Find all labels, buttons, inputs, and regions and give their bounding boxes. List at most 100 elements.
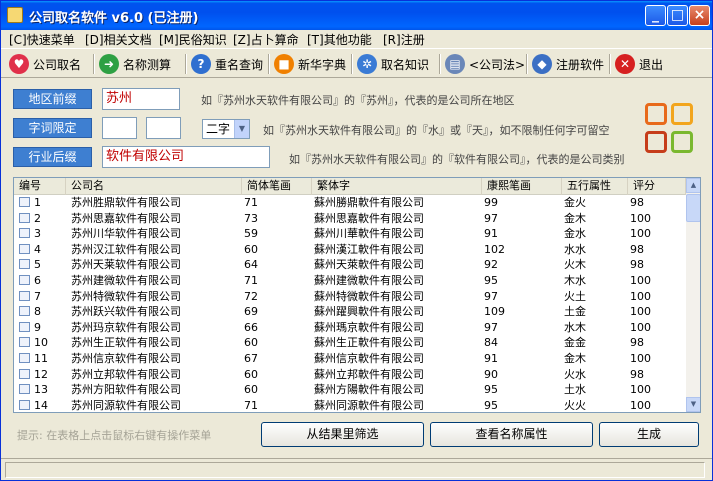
chevron-down-icon[interactable]: ▼ (234, 120, 249, 138)
toolbar-button-5[interactable]: ▤ <公司法> (445, 52, 525, 76)
menu-docs[interactable]: [D]相关文档 (85, 31, 152, 48)
menu-other[interactable]: [T]其他功能 (307, 31, 372, 48)
filter-results-button[interactable]: 从结果里筛选 (261, 422, 424, 447)
cell-text: 98 (630, 242, 644, 256)
cell-text: 8 (34, 305, 41, 319)
region-prefix-button[interactable]: 地区前缀 (13, 89, 92, 109)
table-row[interactable]: 2 苏州思嘉软件有限公司 73 蘇州思嘉軟件有限公司 97 金木 100 (14, 211, 686, 227)
row-icon (19, 399, 30, 410)
table-cell: 90 (484, 367, 560, 382)
toolbar-button-6[interactable]: ◆ 注册软件 (532, 52, 604, 76)
generate-button[interactable]: 生成 (599, 422, 699, 447)
region-input[interactable]: 苏州 (102, 88, 180, 110)
table-cell: 火水 (564, 367, 626, 382)
table-cell: 苏州信京软件有限公司 (71, 351, 242, 366)
table-cell: 苏州玛京软件有限公司 (71, 320, 242, 335)
toolbar-button-1[interactable]: ➜ 名称测算 (99, 52, 171, 76)
col-traditional[interactable]: 繁体字 (312, 178, 482, 195)
table-cell: 蘇州立邦軟件有限公司 (314, 367, 480, 382)
table-row[interactable]: 1 苏州胜鼎软件有限公司 71 蘇州勝鼎軟件有限公司 99 金火 98 (14, 195, 686, 211)
table-cell: 蘇州躍興軟件有限公司 (314, 304, 480, 319)
table-cell: 4 (19, 242, 66, 257)
col-five-elements[interactable]: 五行属性 (562, 178, 628, 195)
title-bar[interactable]: 公司取名软件 v6.0 (已注册) _ □ × (1, 1, 712, 30)
table-row[interactable]: 6 苏州建微软件有限公司 71 蘇州建微軟件有限公司 95 木水 100 (14, 273, 686, 289)
table-row[interactable]: 5 苏州天莱软件有限公司 64 蘇州天萊軟件有限公司 92 火木 98 (14, 257, 686, 273)
table-cell: 金水 (564, 226, 626, 241)
cell-text: 木水 (564, 274, 586, 287)
char-limit-button[interactable]: 字词限定 (13, 118, 92, 138)
table-row[interactable]: 9 苏州玛京软件有限公司 66 蘇州瑪京軟件有限公司 97 水木 100 (14, 320, 686, 336)
table-row[interactable]: 7 苏州特微软件有限公司 72 蘇州特微軟件有限公司 97 火土 100 (14, 289, 686, 305)
toolbar-button-4[interactable]: ✲ 取名知识 (357, 52, 429, 76)
table-cell: 60 (244, 242, 310, 257)
close-button[interactable]: × (689, 5, 710, 26)
toolbar-label: 新华字典 (298, 57, 347, 72)
view-name-attributes-button[interactable]: 查看名称属性 (430, 422, 593, 447)
menu-register[interactable]: [R]注册 (383, 31, 425, 48)
table-cell: 60 (244, 335, 310, 350)
menu-divination[interactable]: [Z]占卜算命 (233, 31, 299, 48)
menu-quick[interactable]: [C]快速菜单 (9, 31, 75, 48)
table-cell: 苏州生正软件有限公司 (71, 335, 242, 350)
col-number[interactable]: 编号 (14, 178, 66, 195)
char-count-select[interactable]: 二字 ▼ (202, 119, 250, 139)
cell-text: 92 (484, 258, 498, 272)
cell-text: 91 (484, 352, 498, 365)
cell-text: 苏州胜鼎软件有限公司 (71, 196, 181, 209)
col-kangxi-strokes[interactable]: 康熙笔画 (482, 178, 562, 195)
table-row[interactable]: 3 苏州川华软件有限公司 59 蘇州川華軟件有限公司 91 金水 100 (14, 226, 686, 242)
cell-text: 72 (244, 289, 258, 303)
table-cell: 水水 (564, 242, 626, 257)
table-row[interactable]: 12 苏州立邦软件有限公司 60 蘇州立邦軟件有限公司 90 火水 98 (14, 367, 686, 383)
col-score[interactable]: 评分 (628, 178, 686, 195)
table-row[interactable]: 14 苏州同源软件有限公司 71 蘇州同源軟件有限公司 95 火火 100 (14, 398, 686, 412)
col-simplified-strokes[interactable]: 简体笔画 (242, 178, 312, 195)
table-header: 编号 公司名 简体笔画 繁体字 康熙笔画 五行属性 评分 (14, 178, 686, 195)
scroll-up-icon[interactable]: ▲ (686, 178, 700, 193)
table-cell: 木水 (564, 273, 626, 288)
office-logo-icon (643, 101, 697, 161)
table-row[interactable]: 4 苏州汉江软件有限公司 60 蘇州漢江軟件有限公司 102 水水 98 (14, 242, 686, 258)
cell-text: 金木 (564, 352, 586, 365)
table-cell: 蘇州天萊軟件有限公司 (314, 257, 480, 272)
table-cell: 6 (19, 273, 66, 288)
vertical-scrollbar[interactable]: ▲ ▼ (686, 178, 700, 412)
cell-text: 100 (630, 289, 651, 303)
toolbar-separator (93, 54, 95, 74)
results-table[interactable]: 编号 公司名 简体笔画 繁体字 康熙笔画 五行属性 评分 1 苏州胜鼎软件有限公司… (13, 177, 701, 413)
menu-folk[interactable]: [M]民俗知识 (159, 31, 227, 48)
cell-text: 蘇州建微軟件有限公司 (314, 274, 424, 287)
char-input-2[interactable] (146, 117, 181, 139)
industry-suffix-button[interactable]: 行业后缀 (13, 147, 92, 167)
cell-text: 苏州思嘉软件有限公司 (71, 211, 181, 225)
table-row[interactable]: 11 苏州信京软件有限公司 67 蘇州信京軟件有限公司 91 金木 100 (14, 351, 686, 367)
toolbar-button-0[interactable]: ♥ 公司取名 (9, 52, 81, 76)
maximize-button[interactable]: □ (667, 5, 688, 26)
toolbar-label: 注册软件 (556, 57, 605, 72)
industry-input[interactable]: 软件有限公司 (102, 146, 270, 168)
cell-text: 109 (484, 305, 505, 319)
cell-text: 苏州同源软件有限公司 (71, 398, 181, 412)
table-cell: 95 (484, 398, 560, 412)
col-company-name[interactable]: 公司名 (66, 178, 242, 195)
row-icon (19, 259, 30, 270)
minimize-button[interactable]: _ (645, 5, 666, 26)
table-cell: 67 (244, 351, 310, 366)
cell-text: 蘇州方陽軟件有限公司 (314, 383, 424, 397)
table-row[interactable]: 13 苏州方阳软件有限公司 60 蘇州方陽軟件有限公司 95 土水 100 (14, 382, 686, 398)
toolbar-button-7[interactable]: ✕ 退出 (615, 52, 663, 76)
char-input-1[interactable] (102, 117, 137, 139)
table-cell: 100 (630, 382, 684, 397)
table-cell: 60 (244, 367, 310, 382)
close-icon: ✕ (615, 54, 635, 74)
table-row[interactable]: 10 苏州生正软件有限公司 60 蘇州生正軟件有限公司 84 金金 98 (14, 335, 686, 351)
scroll-thumb[interactable] (686, 194, 700, 222)
table-row[interactable]: 8 苏州跃兴软件有限公司 69 蘇州躍興軟件有限公司 109 土金 100 (14, 304, 686, 320)
toolbar-button-3[interactable]: ■ 新华字典 (274, 52, 346, 76)
scroll-down-icon[interactable]: ▼ (686, 397, 700, 412)
toolbar-button-2[interactable]: ? 重名查询 (191, 52, 263, 76)
table-cell: 苏州同源软件有限公司 (71, 398, 242, 412)
toolbar-label: 名称测算 (123, 57, 172, 72)
cell-text: 102 (484, 242, 505, 256)
